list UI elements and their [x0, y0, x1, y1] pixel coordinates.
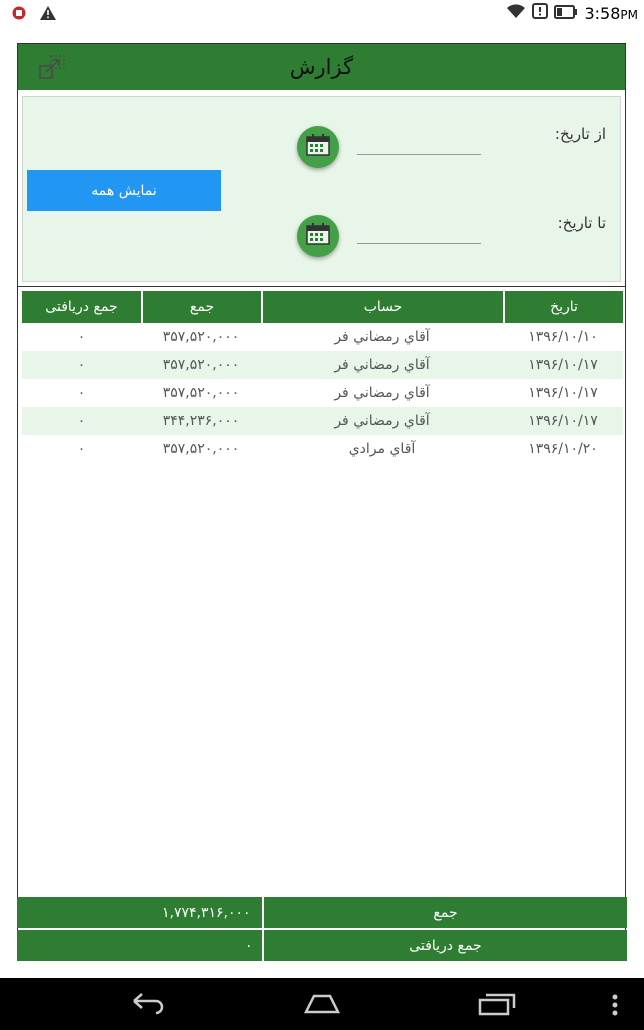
cell-received: ۰	[77, 385, 86, 401]
cell-received: ۰	[77, 329, 86, 345]
cell-date: ۱۳۹۶/۱۰/۱۰	[528, 329, 598, 345]
received-label: جمع دریافتی	[262, 930, 627, 961]
cell-received: ۰	[77, 413, 86, 429]
expand-icon[interactable]	[38, 54, 66, 80]
cell-total: ۳۵۷,۵۲۰,۰۰۰	[162, 357, 240, 373]
navigation-bar	[0, 978, 644, 1030]
report-table: تاریخ حساب جمع جمع دریافتی ۱۳۹۶/۱۰/۱۰ آق…	[22, 291, 623, 463]
total-label: جمع	[262, 897, 627, 928]
home-icon[interactable]	[302, 992, 342, 1020]
report-container: گزارش از تاریخ: نمایش همه تا تاریخ: تاری…	[17, 43, 626, 961]
page-title: گزارش	[289, 55, 354, 79]
table-row[interactable]: ۱۳۹۶/۱۰/۱۷ آقاي رمضاني فر ۳۵۷,۵۲۰,۰۰۰ ۰	[22, 379, 623, 407]
wifi-icon	[506, 3, 526, 23]
to-date-field[interactable]	[357, 243, 481, 244]
app-notification-icon	[12, 5, 26, 24]
cell-account: آقاي رمضاني فر	[334, 357, 430, 373]
header-total[interactable]: جمع	[141, 291, 261, 323]
table-row[interactable]: ۱۳۹۶/۱۰/۲۰ آقاي مرادي ۳۵۷,۵۲۰,۰۰۰ ۰	[22, 435, 623, 463]
cell-account: آقاي مرادي	[348, 441, 416, 457]
table-body: ۱۳۹۶/۱۰/۱۰ آقاي رمضاني فر ۳۵۷,۵۲۰,۰۰۰ ۰ …	[22, 323, 623, 463]
received-value: ۰	[17, 930, 262, 961]
divider	[18, 286, 625, 287]
header-account[interactable]: حساب	[261, 291, 503, 323]
battery-icon	[554, 4, 578, 23]
from-date-label: از تاریخ:	[554, 125, 606, 143]
date-filter-panel: از تاریخ: نمایش همه تا تاریخ:	[22, 96, 621, 282]
cell-account: آقاي رمضاني فر	[334, 329, 430, 345]
from-date-calendar-button[interactable]	[297, 126, 339, 168]
title-bar: گزارش	[18, 44, 625, 90]
from-date-field[interactable]	[357, 154, 481, 155]
totals-footer: جمع ۱,۷۷۴,۳۱۶,۰۰۰ جمع دریافتی ۰	[17, 897, 627, 963]
cell-total: ۳۵۷,۵۲۰,۰۰۰	[162, 329, 240, 345]
table-row[interactable]: ۱۳۹۶/۱۰/۱۷ آقاي رمضاني فر ۳۴۴,۲۳۶,۰۰۰ ۰	[22, 407, 623, 435]
cell-total: ۳۵۷,۵۲۰,۰۰۰	[162, 385, 240, 401]
cell-total: ۳۴۴,۲۳۶,۰۰۰	[162, 413, 240, 429]
calendar-icon	[306, 223, 330, 249]
recent-apps-icon[interactable]	[478, 992, 516, 1020]
total-row: جمع ۱,۷۷۴,۳۱۶,۰۰۰	[17, 897, 627, 928]
cell-received: ۰	[77, 357, 86, 373]
cell-date: ۱۳۹۶/۱۰/۲۰	[528, 441, 598, 457]
status-bar: 3:58PM	[0, 0, 644, 26]
cell-date: ۱۳۹۶/۱۰/۱۷	[528, 385, 598, 401]
cell-date: ۱۳۹۶/۱۰/۱۷	[528, 413, 598, 429]
received-row: جمع دریافتی ۰	[17, 930, 627, 961]
menu-icon[interactable]	[612, 994, 618, 1020]
to-date-label: تا تاریخ:	[557, 214, 606, 232]
total-value: ۱,۷۷۴,۳۱۶,۰۰۰	[17, 897, 262, 928]
cell-total: ۳۵۷,۵۲۰,۰۰۰	[162, 441, 240, 457]
clock-ampm: PM	[620, 7, 638, 22]
header-received[interactable]: جمع دریافتی	[22, 291, 141, 323]
cell-account: آقاي رمضاني فر	[334, 413, 430, 429]
cell-date: ۱۳۹۶/۱۰/۱۷	[528, 357, 598, 373]
calendar-icon	[306, 134, 330, 160]
cell-account: آقاي رمضاني فر	[334, 385, 430, 401]
warning-icon	[40, 5, 56, 24]
show-all-button[interactable]: نمایش همه	[27, 170, 221, 211]
to-date-calendar-button[interactable]	[297, 215, 339, 257]
table-row[interactable]: ۱۳۹۶/۱۰/۱۰ آقاي رمضاني فر ۳۵۷,۵۲۰,۰۰۰ ۰	[22, 323, 623, 351]
back-icon[interactable]	[130, 992, 166, 1020]
table-row[interactable]: ۱۳۹۶/۱۰/۱۷ آقاي رمضاني فر ۳۵۷,۵۲۰,۰۰۰ ۰	[22, 351, 623, 379]
alert-box-icon	[532, 3, 549, 23]
table-header: تاریخ حساب جمع جمع دریافتی	[22, 291, 623, 323]
header-date[interactable]: تاریخ	[503, 291, 623, 323]
clock-time: 3:58PM	[584, 3, 638, 23]
cell-received: ۰	[77, 441, 86, 457]
